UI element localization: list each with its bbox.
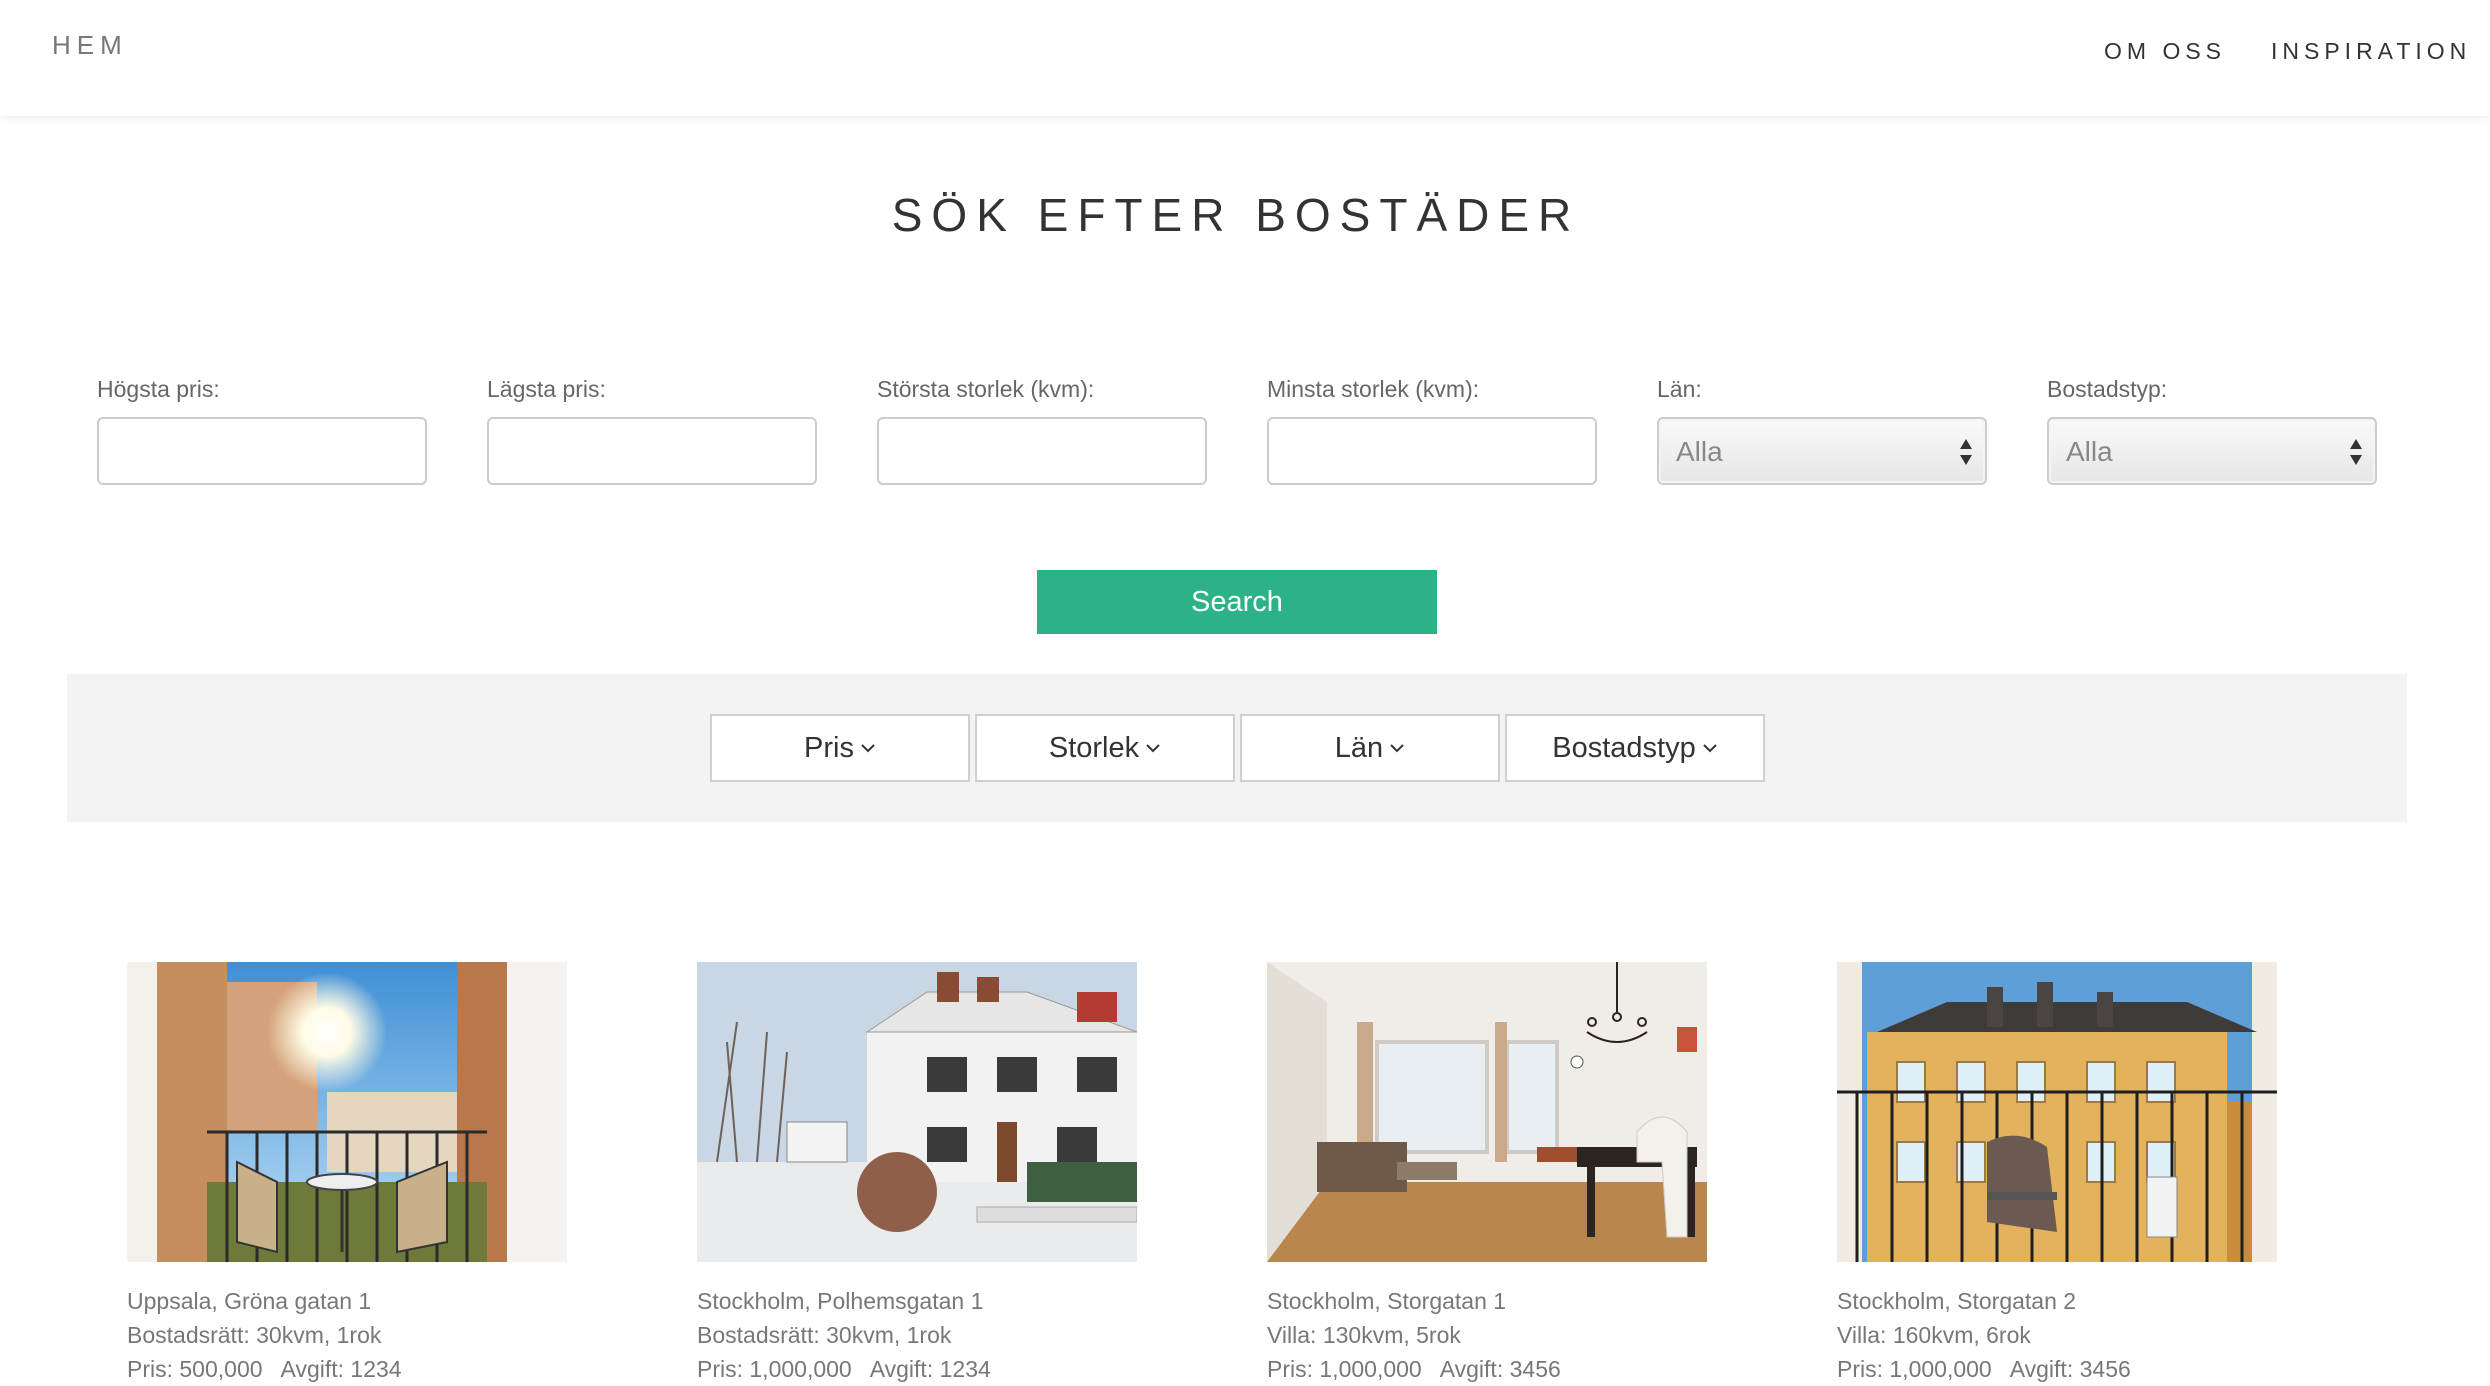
chevron-down-icon [1390,744,1404,753]
sort-label: Storlek [1048,731,1140,764]
min-size-label: Minsta storlek (kvm): [1267,376,1480,402]
brand-home-link[interactable]: HEM [52,30,128,61]
max-size-input[interactable] [877,417,1207,485]
listing-fee: Avgift: 3456 [2009,1356,2131,1382]
select-updown-icon [2350,439,2362,465]
listing-price: Pris: 1,000,000 [697,1356,852,1382]
max-price-input[interactable] [97,417,427,485]
listing-address: Stockholm, Storgatan 1 [1267,1288,1507,1314]
max-price-label: Högsta pris: [97,376,220,402]
sort-lan-button[interactable]: Län [1240,714,1500,782]
listing-info: Stockholm, Polhemsgatan 1 Bostadsrätt: 3… [697,1284,1137,1386]
chevron-down-icon [1703,744,1717,753]
chevron-down-icon [1146,744,1160,753]
listing-card[interactable]: Uppsala, Gröna gatan 1 Bostadsrätt: 30kv… [127,962,567,1386]
sort-storlek-button[interactable]: Storlek [975,714,1235,782]
sort-bar: Pris Storlek Län Bostadstyp [67,674,2407,822]
listing-price-line: Pris: 1,000,000 Avgift: 3456 [1267,1352,1707,1386]
min-size-field: Minsta storlek (kvm): [1267,376,1597,485]
search-button[interactable]: Search [1037,570,1437,634]
listing-card[interactable]: Stockholm, Polhemsgatan 1 Bostadsrätt: 3… [697,962,1137,1386]
min-price-label: Lägsta pris: [487,376,606,402]
listing-address: Stockholm, Polhemsgatan 1 [697,1288,984,1314]
min-price-input[interactable] [487,417,817,485]
county-field: Län: Alla [1657,376,1987,485]
listing-address: Uppsala, Gröna gatan 1 [127,1288,372,1314]
top-navbar: HEM OM OSS INSPIRATION [0,0,2490,116]
listing-details: Bostadsrätt: 30kvm, 1rok [127,1322,382,1348]
listing-price: Pris: 1,000,000 [1267,1356,1422,1382]
sort-bostadstyp-button[interactable]: Bostadstyp [1505,714,1765,782]
chevron-down-icon [861,744,875,753]
county-label: Län: [1657,376,1702,402]
listing-info: Stockholm, Storgatan 1 Villa: 130kvm, 5r… [1267,1284,1707,1386]
listing-card[interactable]: Stockholm, Storgatan 2 Villa: 160kvm, 6r… [1837,962,2277,1386]
county-select-value: Alla [1676,436,1723,467]
max-price-field: Högsta pris: [97,376,427,485]
type-select[interactable]: Alla [2047,417,2377,485]
sort-pris-button[interactable]: Pris [710,714,970,782]
listing-fee: Avgift: 3456 [1439,1356,1561,1382]
listing-fee: Avgift: 1234 [280,1356,402,1382]
listing-price-line: Pris: 1,000,000 Avgift: 1234 [697,1352,1137,1386]
listing-price: Pris: 500,000 [127,1356,263,1382]
listing-photo-house[interactable] [697,962,1137,1262]
nav-link-om-oss[interactable]: OM OSS [2104,38,2226,65]
listing-fee: Avgift: 1234 [869,1356,991,1382]
listing-info: Uppsala, Gröna gatan 1 Bostadsrätt: 30kv… [127,1284,567,1386]
page-title: SÖK EFTER BOSTÄDER [891,189,1581,241]
min-size-input[interactable] [1267,417,1597,485]
max-size-label: Största storlek (kvm): [877,376,1095,402]
listing-price-line: Pris: 500,000 Avgift: 1234 [127,1352,567,1386]
listing-details: Villa: 130kvm, 5rok [1267,1322,1461,1348]
max-size-field: Största storlek (kvm): [877,376,1207,485]
listing-card[interactable]: Stockholm, Storgatan 1 Villa: 130kvm, 5r… [1267,962,1707,1386]
select-updown-icon [1960,439,1972,465]
type-select-value: Alla [2066,436,2113,467]
listing-details: Villa: 160kvm, 6rok [1837,1322,2031,1348]
county-select[interactable]: Alla [1657,417,1987,485]
sort-label: Bostadstyp [1552,731,1696,764]
listing-details: Bostadsrätt: 30kvm, 1rok [697,1322,952,1348]
listing-photo-living-room[interactable] [1267,962,1707,1262]
listing-info: Stockholm, Storgatan 2 Villa: 160kvm, 6r… [1837,1284,2277,1386]
nav-link-inspiration[interactable]: INSPIRATION [2271,38,2471,65]
sort-label: Pris [804,731,854,764]
type-field: Bostadstyp: Alla [2047,376,2377,485]
listing-photo-balcony[interactable] [1837,962,2277,1262]
sort-label: Län [1334,731,1384,764]
type-label: Bostadstyp: [2047,376,2168,402]
listing-price-line: Pris: 1,000,000 Avgift: 3456 [1837,1352,2277,1386]
listing-photo-balcony[interactable] [127,962,567,1262]
listing-address: Stockholm, Storgatan 2 [1837,1288,2077,1314]
min-price-field: Lägsta pris: [487,376,817,485]
listing-price: Pris: 1,000,000 [1837,1356,1992,1382]
